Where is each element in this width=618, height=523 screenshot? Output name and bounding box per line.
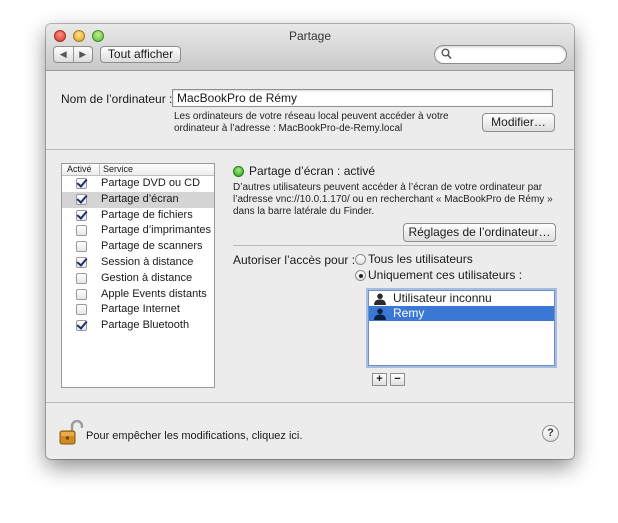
allow-access-label: Autoriser l’accès pour : (233, 253, 356, 267)
title-bar: Partage ◀ ▶ Tout afficher (46, 24, 574, 71)
service-row[interactable]: Session à distance (62, 255, 214, 271)
users-list: Utilisateur inconnu Remy (369, 291, 554, 321)
service-checkbox[interactable] (76, 288, 87, 300)
preferences-window: Partage ◀ ▶ Tout afficher Nom de l’ordin… (46, 24, 574, 459)
services-table[interactable]: Activé Service Partage DVD ou CD Partage … (61, 163, 215, 388)
divider (46, 402, 574, 403)
service-label: Partage d’écran (101, 192, 179, 205)
window-title: Partage (288, 29, 332, 43)
services-list: Partage DVD ou CD Partage d’écran Partage … (62, 176, 214, 334)
modify-button[interactable]: Modifier… (482, 113, 555, 132)
unlocked-padlock-icon[interactable] (59, 420, 83, 446)
back-forward-control: ◀ ▶ (53, 46, 93, 63)
only-these-users-radio[interactable] (355, 270, 366, 281)
add-user-button[interactable]: + (372, 373, 387, 386)
description-line: dans la barre latérale du Finder. (233, 206, 375, 217)
remove-user-button[interactable]: − (390, 373, 405, 386)
service-row[interactable]: Partage de fichiers (62, 208, 214, 224)
computer-address-info: Les ordinateurs de votre réseau local pe… (174, 111, 474, 135)
service-checkbox[interactable] (76, 225, 87, 237)
service-label: Partage d’imprimantes (101, 224, 212, 237)
service-row[interactable]: Partage de scanners (62, 239, 214, 255)
divider (233, 245, 557, 246)
search-icon (441, 48, 452, 60)
column-active-header[interactable]: Activé (67, 164, 92, 175)
search-input[interactable] (455, 47, 564, 63)
service-row[interactable]: Partage d’imprimantes (62, 223, 214, 239)
all-users-label[interactable]: Tous les utilisateurs (368, 252, 473, 266)
computer-name-field[interactable]: MacBookPro de Rémy (172, 89, 553, 107)
divider (46, 149, 574, 150)
forward-arrow-icon[interactable]: ▶ (74, 47, 93, 62)
services-table-header: Activé Service (62, 164, 214, 176)
address-info-line: ordinateur à l’adresse : MacBookPro-de-R… (174, 123, 403, 134)
service-label: Partage DVD ou CD (101, 177, 201, 189)
description-line: D’autres utilisateurs peuvent accéder à … (233, 182, 543, 193)
service-checkbox[interactable] (76, 304, 87, 316)
service-label: Apple Events distants (101, 287, 207, 300)
show-all-button[interactable]: Tout afficher (100, 46, 181, 63)
column-service-header[interactable]: Service (99, 164, 133, 175)
computer-settings-button[interactable]: Réglages de l’ordinateur… (403, 223, 556, 242)
user-row[interactable]: Remy (369, 306, 554, 321)
service-status: Partage d’écran : activé (249, 164, 376, 178)
computer-name-label: Nom de l’ordinateur : (61, 92, 173, 106)
service-checkbox[interactable] (76, 193, 87, 205)
all-users-radio[interactable] (355, 254, 366, 265)
allowed-users-list[interactable]: Utilisateur inconnu Remy (368, 290, 555, 366)
service-checkbox[interactable] (76, 241, 87, 253)
service-label: Partage de scanners (101, 240, 203, 253)
user-row[interactable]: Utilisateur inconnu (369, 291, 554, 306)
service-row[interactable]: Partage DVD ou CD (62, 176, 214, 192)
service-row[interactable]: Partage Internet (62, 302, 214, 318)
service-checkbox[interactable] (76, 209, 87, 221)
address-info-line: Les ordinateurs de votre réseau local pe… (174, 111, 449, 122)
service-row[interactable]: Partage Bluetooth (62, 318, 214, 334)
search-field[interactable] (434, 45, 567, 64)
service-label: Gestion à distance (101, 271, 193, 284)
service-checkbox[interactable] (76, 256, 87, 268)
only-these-users-label[interactable]: Uniquement ces utilisateurs : (368, 268, 522, 282)
user-label: Utilisateur inconnu (393, 291, 492, 305)
service-row[interactable]: Partage d’écran (62, 191, 214, 208)
user-icon (374, 293, 386, 305)
service-checkbox[interactable] (76, 320, 87, 332)
service-label: Partage Bluetooth (101, 319, 190, 332)
service-row[interactable]: Gestion à distance (62, 271, 214, 287)
back-arrow-icon[interactable]: ◀ (54, 47, 74, 62)
service-description: D’autres utilisateurs peuvent accéder à … (233, 182, 553, 218)
service-label: Partage de fichiers (101, 208, 193, 221)
service-checkbox[interactable] (76, 178, 87, 189)
status-indicator-icon (233, 166, 244, 177)
service-checkbox[interactable] (76, 272, 87, 284)
service-row[interactable]: Apple Events distants (62, 287, 214, 303)
service-label: Session à distance (101, 255, 194, 268)
description-line: l’adresse vnc://10.0.1.170/ ou en recher… (233, 194, 553, 205)
lock-message[interactable]: Pour empêcher les modifications, cliquez… (86, 430, 302, 442)
service-label: Partage Internet (101, 303, 180, 316)
user-label: Remy (393, 306, 425, 320)
help-button[interactable]: ? (542, 425, 559, 442)
user-icon (374, 308, 386, 320)
